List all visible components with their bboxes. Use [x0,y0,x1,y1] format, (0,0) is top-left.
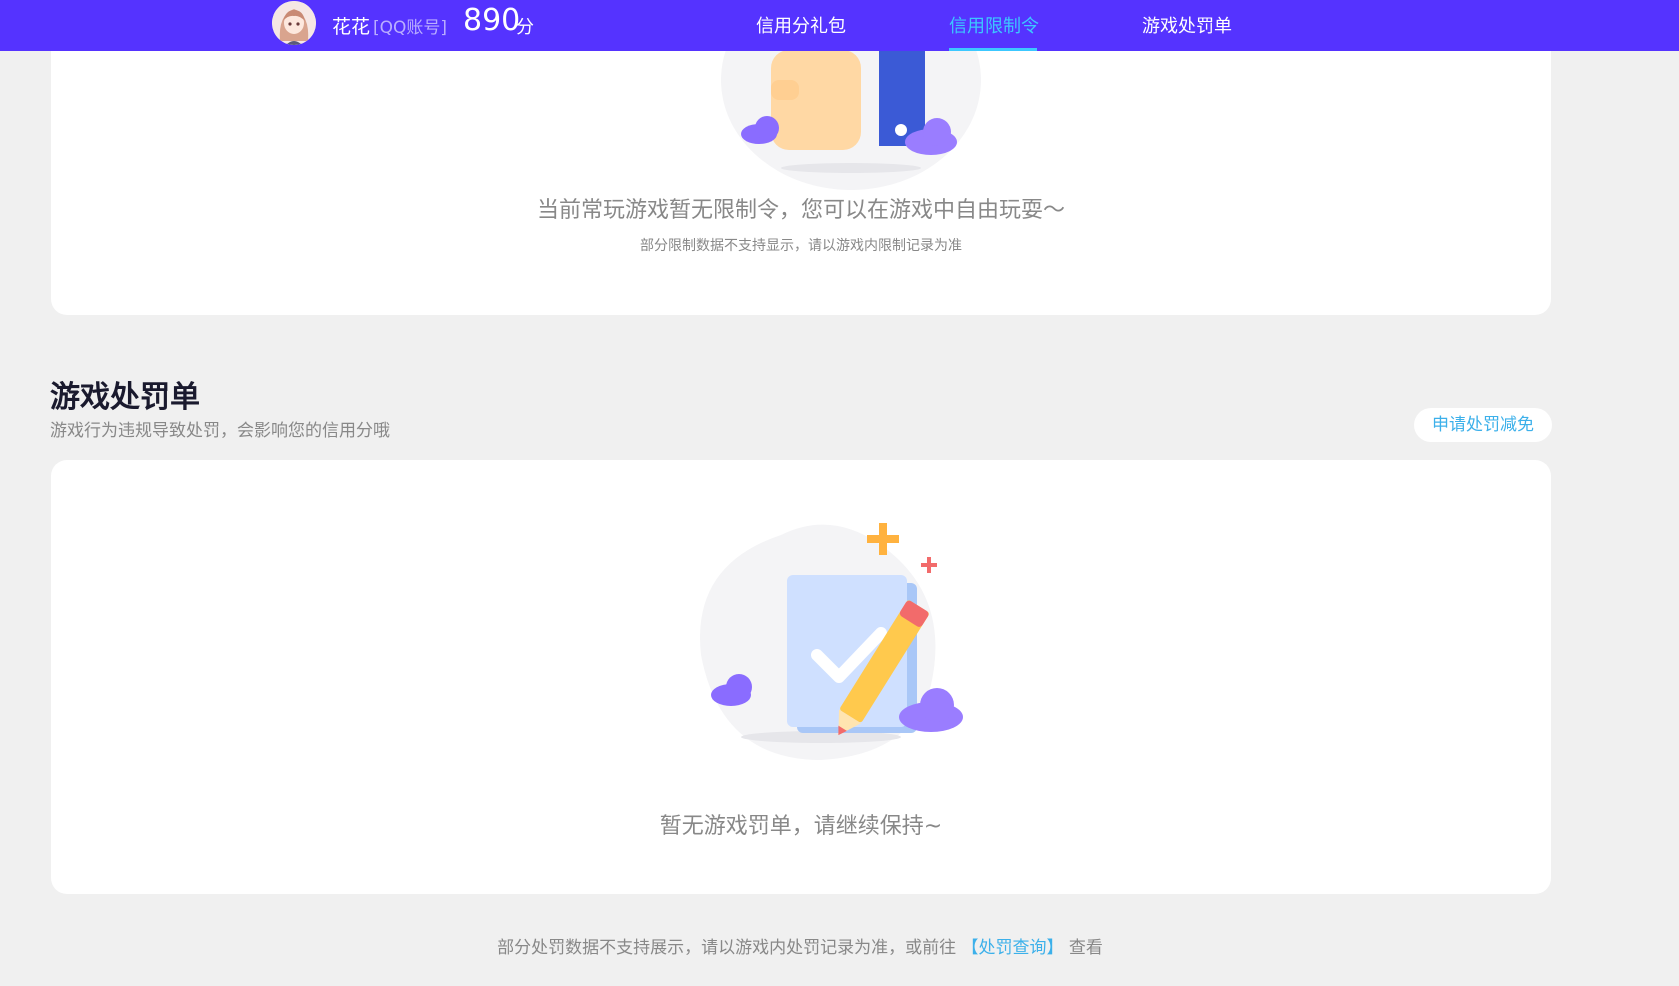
restriction-data-note: 部分限制数据不支持显示，请以游戏内限制记录为准 [640,238,962,254]
penalty-section-subtitle: 游戏行为违规导致处罚，会影响您的信用分哦 [50,421,390,441]
avatar-illustration-icon [272,1,316,45]
penalty-query-link[interactable]: 【处罚查询】 [962,938,1064,958]
tab-credit-restriction[interactable]: 信用限制令 [949,12,1039,38]
tab-credit-gift[interactable]: 信用分礼包 [756,12,846,38]
credit-score-unit: 分 [516,17,534,38]
tab-game-penalty[interactable]: 游戏处罚单 [1142,12,1232,38]
penalty-data-footer-note: 部分处罚数据不支持展示，请以游戏内处罚记录为准，或前往 【处罚查询】 查看 [0,933,1600,958]
penalty-card: 暂无游戏罚单，请继续保持~ [51,460,1551,894]
no-restriction-message: 当前常玩游戏暂无限制令，您可以在游戏中自由玩耍～ [536,198,1065,223]
penalty-section-title: 游戏处罚单 [50,380,200,415]
account-type-label: [QQ账号] [373,18,448,38]
user-avatar[interactable] [272,1,316,45]
top-nav-bar: 花花 [QQ账号] 890 分 信用分礼包 信用限制令 游戏处罚单 [0,0,1679,51]
active-tab-indicator [949,48,1037,51]
no-restriction-illustration-icon [721,50,981,190]
footer-note-prefix: 部分处罚数据不支持展示，请以游戏内处罚记录为准，或前往 [497,938,957,958]
restriction-card: 当前常玩游戏暂无限制令，您可以在游戏中自由玩耍～ 部分限制数据不支持显示，请以游… [51,30,1551,315]
no-penalty-illustration-icon [700,523,963,760]
credit-score-value: 890 [463,3,521,38]
footer-note-suffix: 查看 [1068,938,1103,958]
apply-penalty-reduction-button[interactable]: 申请处罚减免 [1414,408,1552,442]
no-penalty-message: 暂无游戏罚单，请继续保持~ [659,814,943,839]
user-name: 花花 [332,16,371,38]
